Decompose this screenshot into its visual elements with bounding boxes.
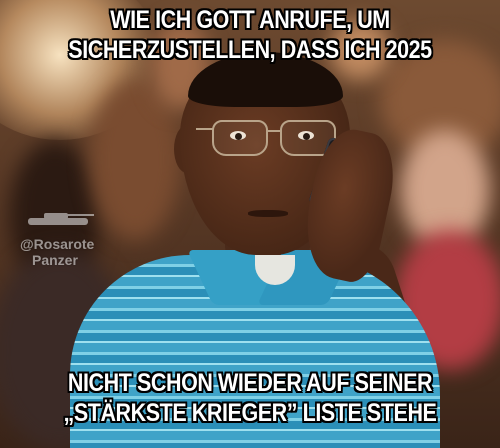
watermark: @Rosarote Panzer (10, 200, 120, 280)
bottom-caption-line-1: NICHT SCHON WIEDER AUF SEINER (67, 369, 433, 397)
mouth (248, 210, 288, 217)
glasses-lens-left (212, 120, 268, 156)
watermark-handle-line2: Panzer (32, 252, 78, 268)
bottom-caption: NICHT SCHON WIEDER AUF SEINER „STÄRKSTE … (35, 368, 465, 428)
top-caption: WIE ICH GOTT ANRUFE, UM SICHERZUSTELLEN,… (35, 5, 465, 65)
glasses-temple (196, 128, 214, 130)
meme-image: @Rosarote Panzer WIE ICH GOTT ANRUFE, UM… (0, 0, 500, 448)
bottom-caption-line-2: „STÄRKSTE KRIEGER” LISTE STEHE (63, 399, 437, 427)
watermark-handle: @Rosarote (20, 236, 95, 252)
top-caption-line-1: WIE ICH GOTT ANRUFE, UM (110, 6, 390, 34)
top-caption-line-2: SICHERZUSTELLEN, DASS ICH 2025 (68, 36, 432, 64)
tank-icon (28, 213, 94, 225)
glasses-bridge (266, 130, 280, 132)
